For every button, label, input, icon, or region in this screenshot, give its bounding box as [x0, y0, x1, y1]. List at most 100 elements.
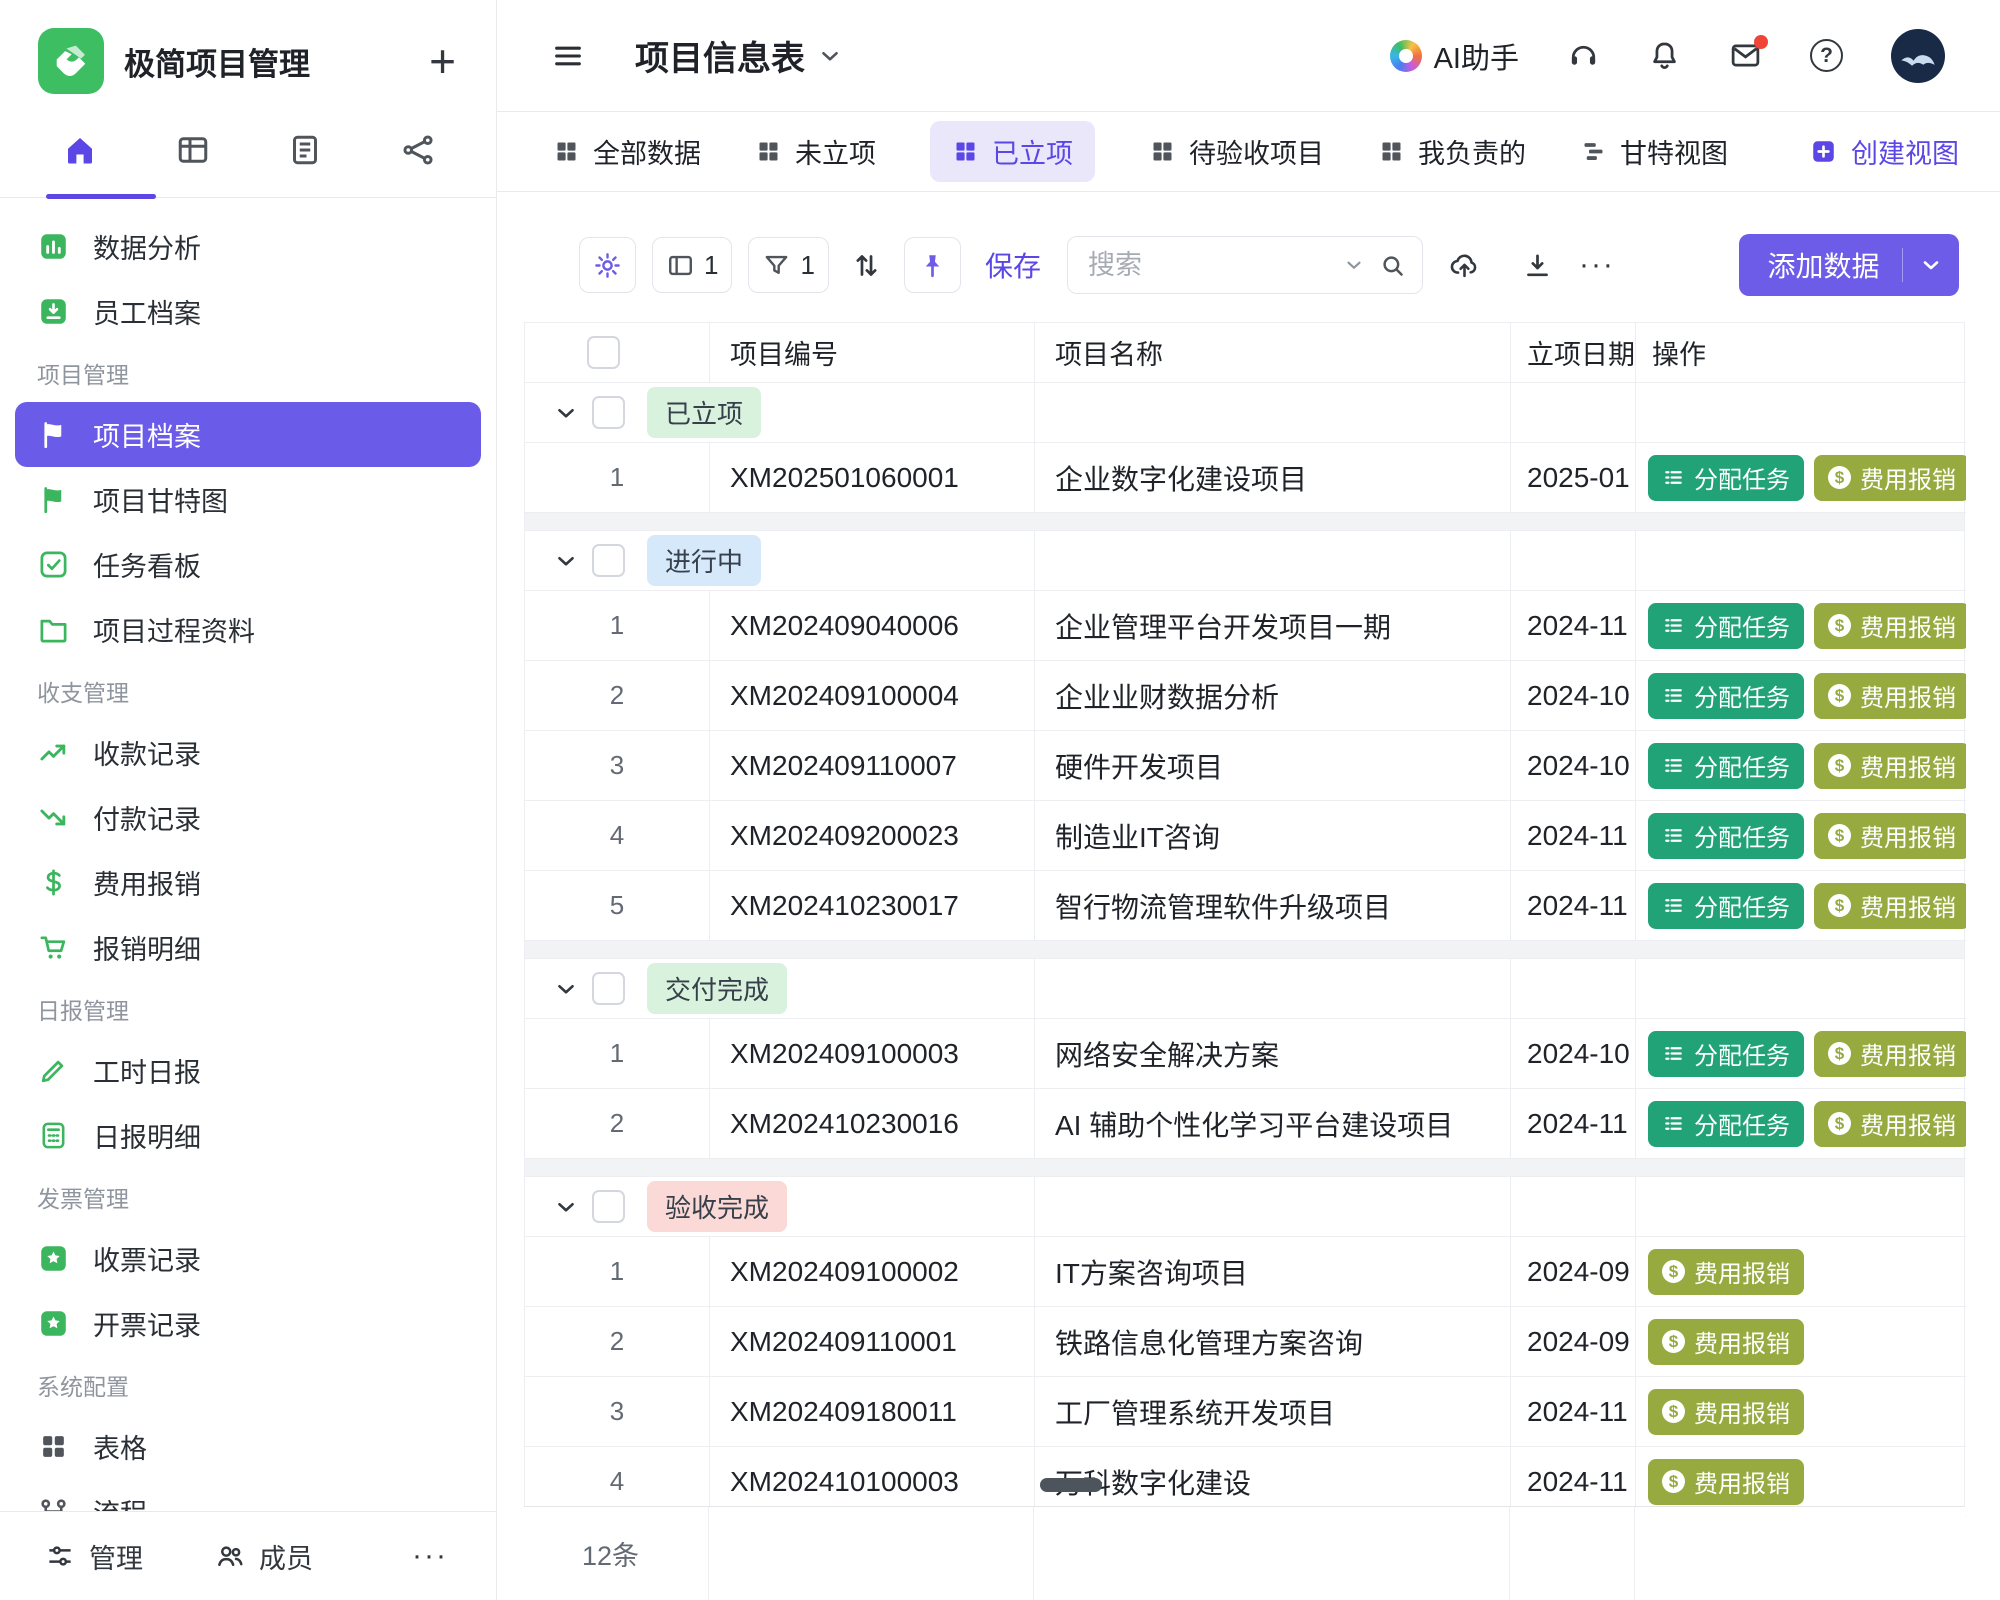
- sidebar-item-invoice-out[interactable]: 开票记录: [15, 1291, 481, 1356]
- filter-button[interactable]: 1: [748, 237, 828, 293]
- sidebar-item-daily-detail[interactable]: 日报明细: [15, 1103, 481, 1168]
- add-data-button[interactable]: 添加数据: [1739, 234, 1959, 296]
- group-checkbox[interactable]: [592, 1190, 625, 1223]
- assign-task-button[interactable]: 分配任务: [1648, 743, 1804, 789]
- expense-button[interactable]: $费用报销: [1648, 1319, 1804, 1365]
- table-row[interactable]: 4 XM202409200023 制造业IT咨询 2024-11 分配任务 $费…: [525, 801, 1964, 871]
- assign-task-button[interactable]: 分配任务: [1648, 603, 1804, 649]
- home-tab-icon[interactable]: [62, 132, 98, 168]
- help-icon[interactable]: ?: [1810, 39, 1843, 72]
- chevron-down-icon[interactable]: [1919, 253, 1943, 277]
- chevron-down-icon[interactable]: [817, 43, 843, 69]
- horizontal-scrollbar-thumb[interactable]: [1040, 1478, 1102, 1492]
- expense-button[interactable]: $费用报销: [1814, 813, 1966, 859]
- create-view-button[interactable]: 创建视图: [1809, 121, 1959, 182]
- hamburger-menu-icon[interactable]: [551, 39, 585, 73]
- column-header-code[interactable]: 项目编号: [710, 323, 1035, 383]
- expense-button[interactable]: $费用报销: [1648, 1389, 1804, 1435]
- sidebar-item-project-gantt[interactable]: 项目甘特图: [15, 467, 481, 532]
- expense-button[interactable]: $费用报销: [1814, 1101, 1966, 1147]
- table-row[interactable]: 5 XM202410230017 智行物流管理软件升级项目 2024-11 分配…: [525, 871, 1964, 941]
- manage-button[interactable]: 管理: [45, 1537, 143, 1576]
- view-tab-initiated-selected[interactable]: 已立项: [930, 121, 1095, 182]
- hidden-fields-count: 1: [704, 250, 718, 281]
- table-row[interactable]: 1 XM202409040006 企业管理平台开发项目一期 2024-11 分配…: [525, 591, 1964, 661]
- sidebar-item-invoice-in[interactable]: 收票记录: [15, 1226, 481, 1291]
- column-header-ops[interactable]: 操作: [1636, 323, 1966, 383]
- bell-icon[interactable]: [1648, 39, 1681, 72]
- table-row[interactable]: 3 XM202409110007 硬件开发项目 2024-10 分配任务 $费用…: [525, 731, 1964, 801]
- table-row[interactable]: 2 XM202410230016 AI 辅助个性化学习平台建设项目 2024-1…: [525, 1089, 1964, 1159]
- sidebar-item-expense-detail[interactable]: 报销明细: [15, 915, 481, 980]
- search-icon[interactable]: [1379, 252, 1406, 279]
- column-header-name[interactable]: 项目名称: [1035, 323, 1511, 383]
- chevron-down-icon[interactable]: [553, 548, 579, 574]
- sidebar-item-employee-files[interactable]: 员工档案: [15, 279, 481, 344]
- expense-button[interactable]: $费用报销: [1814, 1031, 1966, 1077]
- table-row[interactable]: 1 XM202409100002 IT方案咨询项目 2024-09 $费用报销: [525, 1237, 1964, 1307]
- sidebar-item-task-board[interactable]: 任务看板: [15, 532, 481, 597]
- row-number: 2: [525, 1089, 710, 1159]
- view-tab-gantt[interactable]: 甘特视图: [1580, 121, 1728, 182]
- assign-task-button[interactable]: 分配任务: [1648, 883, 1804, 929]
- sidebar-item-project-archive[interactable]: 项目档案: [15, 402, 481, 467]
- import-upload-icon[interactable]: [1449, 250, 1480, 281]
- expense-button[interactable]: $费用报销: [1814, 883, 1966, 929]
- table-row[interactable]: 1 XM202501060001 企业数字化建设项目 2025-01 分配任务 …: [525, 443, 1964, 513]
- sidebar-more-button[interactable]: ···: [412, 1539, 448, 1573]
- table-row[interactable]: 2 XM202409110001 铁路信息化管理方案咨询 2024-09 $费用…: [525, 1307, 1964, 1377]
- sidebar-item-receipts[interactable]: 收款记录: [15, 720, 481, 785]
- save-button[interactable]: 保存: [985, 245, 1041, 285]
- sidebar-item-data-analysis[interactable]: 数据分析: [15, 214, 481, 279]
- table-row[interactable]: 3 XM202409180011 工厂管理系统开发项目 2024-11 $费用报…: [525, 1377, 1964, 1447]
- view-tab-not-initiated[interactable]: 未立项: [755, 121, 876, 182]
- expense-button[interactable]: $费用报销: [1648, 1459, 1804, 1505]
- pin-button[interactable]: [904, 237, 961, 293]
- chevron-down-icon[interactable]: [553, 976, 579, 1002]
- headset-icon[interactable]: [1567, 39, 1600, 72]
- sort-icon[interactable]: [851, 250, 882, 281]
- user-avatar[interactable]: [1891, 29, 1945, 83]
- assign-task-button[interactable]: 分配任务: [1648, 813, 1804, 859]
- sidebar-item-expense[interactable]: 费用报销: [15, 850, 481, 915]
- view-tab-all-data[interactable]: 全部数据: [553, 121, 701, 182]
- expense-button[interactable]: $费用报销: [1814, 743, 1966, 789]
- expense-button[interactable]: $费用报销: [1814, 455, 1966, 501]
- sidebar-item-project-docs[interactable]: 项目过程资料: [15, 597, 481, 662]
- assign-task-button[interactable]: 分配任务: [1648, 673, 1804, 719]
- hidden-fields-button[interactable]: 1: [652, 237, 732, 293]
- add-workspace-button[interactable]: +: [429, 38, 456, 84]
- workflow-tab-icon[interactable]: [400, 132, 436, 168]
- more-options-button[interactable]: ···: [1579, 250, 1615, 280]
- expense-button[interactable]: $费用报销: [1814, 673, 1966, 719]
- group-checkbox[interactable]: [592, 396, 625, 429]
- members-button[interactable]: 成员: [215, 1537, 313, 1576]
- mail-icon[interactable]: [1729, 39, 1762, 72]
- sidebar-item-payments[interactable]: 付款记录: [15, 785, 481, 850]
- tables-tab-icon[interactable]: [175, 132, 211, 168]
- sidebar-item-tables[interactable]: 表格: [15, 1414, 481, 1479]
- table-row[interactable]: 2 XM202409100004 企业业财数据分析 2024-10 分配任务 $…: [525, 661, 1964, 731]
- download-icon[interactable]: [1522, 250, 1553, 281]
- documents-tab-icon[interactable]: [287, 132, 323, 168]
- column-header-date[interactable]: 立项日期: [1511, 323, 1636, 383]
- group-checkbox[interactable]: [592, 544, 625, 577]
- view-settings-button[interactable]: [579, 237, 636, 293]
- search-box[interactable]: [1067, 236, 1423, 294]
- assign-task-button[interactable]: 分配任务: [1648, 455, 1804, 501]
- chevron-down-icon[interactable]: [553, 400, 579, 426]
- chevron-down-icon[interactable]: [553, 1194, 579, 1220]
- group-checkbox[interactable]: [592, 972, 625, 1005]
- view-tab-pending-acceptance[interactable]: 待验收项目: [1149, 121, 1324, 182]
- expense-button[interactable]: $费用报销: [1648, 1249, 1804, 1295]
- table-row[interactable]: 1 XM202409100003 网络安全解决方案 2024-10 分配任务 $…: [525, 1019, 1964, 1089]
- assign-task-button[interactable]: 分配任务: [1648, 1031, 1804, 1077]
- select-all-checkbox[interactable]: [587, 336, 620, 369]
- ai-assistant-button[interactable]: AI助手: [1390, 35, 1519, 77]
- expense-button[interactable]: $费用报销: [1814, 603, 1966, 649]
- search-input[interactable]: [1088, 250, 1329, 281]
- assign-task-button[interactable]: 分配任务: [1648, 1101, 1804, 1147]
- chevron-down-icon[interactable]: [1343, 254, 1365, 276]
- view-tab-my-projects[interactable]: 我负责的: [1378, 121, 1526, 182]
- sidebar-item-timesheet[interactable]: 工时日报: [15, 1038, 481, 1103]
